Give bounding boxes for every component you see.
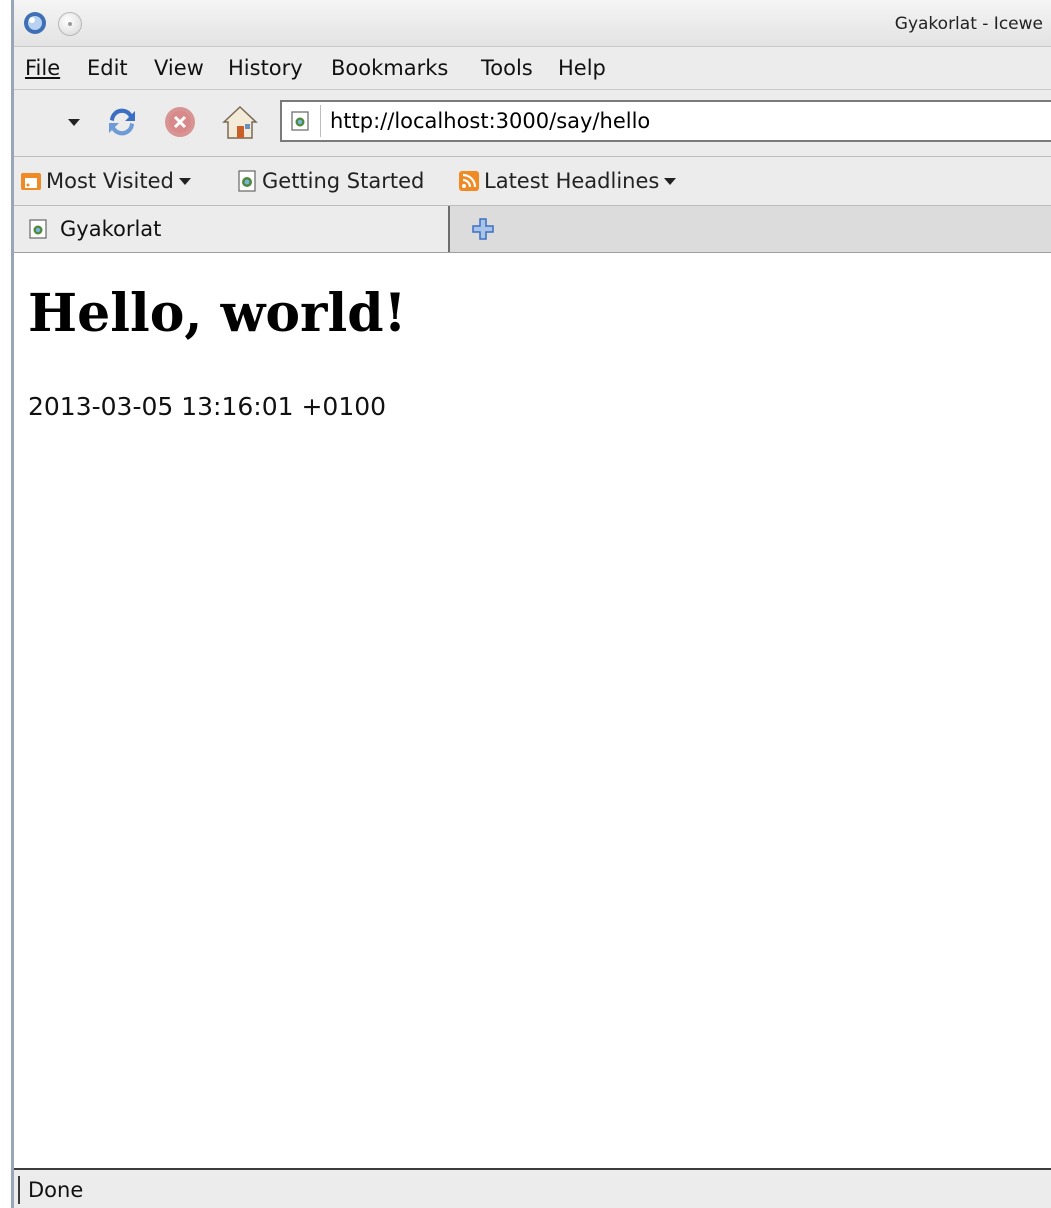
page-favicon-icon [291,111,309,131]
bookmark-getting-started-label: Getting Started [262,169,425,193]
page-content: Hello, world! 2013-03-05 13:16:01 +0100 [14,253,1051,1167]
menu-bookmarks[interactable]: Bookmarks [331,56,448,80]
navigation-toolbar [14,90,1051,157]
chevron-down-icon [664,178,677,185]
window-title: Gyakorlat - Icewe [894,14,1043,34]
status-text: Done [18,1176,83,1204]
window-minimize-button[interactable] [58,12,82,36]
page-favicon-icon [238,170,256,192]
tab-label: Gyakorlat [60,217,162,241]
menu-tools[interactable]: Tools [481,56,533,80]
bookmark-latest-headlines[interactable]: Latest Headlines [458,169,677,193]
tab-gyakorlat[interactable]: Gyakorlat [14,206,450,252]
menu-help[interactable]: Help [558,56,606,80]
history-dropdown-icon[interactable] [54,102,94,142]
status-bar: Done [14,1168,1051,1208]
browser-logo-icon[interactable] [22,10,48,36]
location-bar[interactable] [280,100,1051,142]
rss-feed-icon [459,171,479,191]
bookmarks-toolbar: Most Visited Getting Started Latest Head… [14,157,1051,206]
location-bar-separator [320,105,321,137]
url-input[interactable] [330,106,1030,136]
window-left-border [0,0,14,1208]
bookmark-getting-started[interactable]: Getting Started [236,169,424,193]
menu-file-label: File [25,56,61,80]
page-favicon-icon [29,219,47,239]
menu-history[interactable]: History [228,56,303,80]
chevron-down-icon [178,178,191,185]
menu-file[interactable]: File [25,56,60,80]
bookmark-most-visited-label: Most Visited [46,169,174,193]
stop-icon[interactable] [160,102,200,142]
bookmark-latest-headlines-label: Latest Headlines [484,169,660,193]
menu-edit[interactable]: Edit [87,56,128,80]
menu-view[interactable]: View [154,56,204,80]
page-timestamp: 2013-03-05 13:16:01 +0100 [28,392,387,421]
bookmark-most-visited[interactable]: Most Visited [20,169,192,193]
page-heading: Hello, world! [28,283,407,344]
new-tab-plus-icon[interactable] [470,216,496,242]
menu-bar: File Edit View History Bookmarks Tools H… [14,47,1051,90]
title-bar: Gyakorlat - Icewe [14,0,1051,47]
folder-rss-icon [21,173,41,190]
reload-icon[interactable] [102,102,142,142]
tab-bar: Gyakorlat [14,206,1051,253]
home-icon[interactable] [220,102,260,142]
